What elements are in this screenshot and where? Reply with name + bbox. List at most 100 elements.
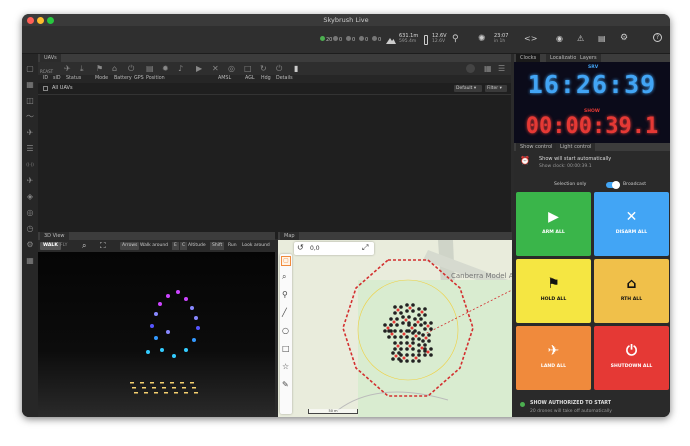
- walk-button[interactable]: WALK: [40, 242, 61, 250]
- frame-icon[interactable]: ⛶: [100, 241, 106, 251]
- star-tool-icon[interactable]: ☆: [282, 362, 289, 371]
- square-icon[interactable]: □: [244, 64, 252, 73]
- map-coordinate-box[interactable]: ↺ 0,0 ⤢: [294, 242, 374, 255]
- 3d-scene[interactable]: [38, 252, 275, 417]
- code-icon[interactable]: <>: [524, 34, 537, 43]
- list-view-icon[interactable]: ☰: [498, 64, 505, 73]
- drone-light: [160, 348, 164, 352]
- drone-light: [184, 297, 188, 301]
- column-header[interactable]: sID: [53, 76, 61, 81]
- status-counter: 0: [359, 36, 368, 43]
- line-tool-icon[interactable]: ╱: [282, 308, 287, 317]
- select-tool-icon[interactable]: ▢: [281, 256, 291, 266]
- delete-icon[interactable]: ▮: [294, 64, 298, 73]
- column-header[interactable]: Battery: [114, 76, 132, 81]
- filter-dropdown[interactable]: Filter ▾: [485, 85, 507, 92]
- plane-icon[interactable]: ✈: [25, 128, 35, 138]
- column-header[interactable]: Position: [146, 76, 165, 81]
- power-off-icon[interactable]: ⏻: [276, 64, 282, 74]
- square-tool-icon[interactable]: □: [282, 344, 290, 353]
- circle-tool-icon[interactable]: ○: [282, 326, 289, 335]
- shutdown-all-button[interactable]: ⏻ SHUTDOWN ALL: [594, 326, 669, 390]
- edit-tool-icon[interactable]: ✎: [282, 380, 289, 389]
- select-all-icon[interactable]: [466, 64, 475, 73]
- landing-pad-light: [132, 387, 136, 389]
- tab-uavs[interactable]: UAVs: [40, 54, 61, 62]
- column-header[interactable]: Mode: [95, 76, 108, 81]
- alert-icon[interactable]: ⚠: [577, 34, 584, 43]
- chart-icon[interactable]: 〜: [25, 112, 35, 122]
- landing-pad-light: [140, 382, 144, 384]
- search-icon[interactable]: ⌕: [82, 241, 86, 251]
- rotate-icon[interactable]: ↺: [297, 243, 304, 252]
- grid-view-icon[interactable]: ▦: [484, 64, 492, 73]
- list-icon[interactable]: ▤: [146, 64, 154, 73]
- all-uavs-row[interactable]: All UAVs Default ▾ Filter ▾: [38, 83, 511, 95]
- drone-icon[interactable]: ✈: [25, 176, 35, 186]
- fit-icon[interactable]: ⤢: [362, 243, 368, 253]
- tab-3d-view[interactable]: 3D View: [40, 232, 69, 240]
- fly-button[interactable]: FLY: [60, 242, 67, 250]
- app-window: Skybrush Live 20 0 0 0 0 631.1m 595.4m 12.6V…: [22, 14, 670, 417]
- column-header[interactable]: GPS: [134, 76, 144, 81]
- tab-clocks[interactable]: Clocks: [516, 54, 541, 62]
- broadcast-label: RCAST: [40, 69, 54, 74]
- target-icon[interactable]: ◎: [228, 64, 235, 73]
- sort-dropdown[interactable]: Default ▾: [454, 85, 482, 92]
- hold-all-button[interactable]: ⚑ HOLD ALL: [516, 259, 591, 323]
- column-header[interactable]: Hdg: [261, 76, 271, 81]
- tab-map[interactable]: Map: [280, 232, 299, 240]
- reload-icon[interactable]: ↻: [260, 64, 267, 73]
- button-label: SHUTDOWN ALL: [610, 364, 653, 369]
- grid-icon[interactable]: ▦: [25, 80, 35, 90]
- tab-light-control[interactable]: Light control: [556, 143, 596, 151]
- land-all-button[interactable]: ✈ LAND ALL: [516, 326, 591, 390]
- column-header[interactable]: ID: [43, 76, 48, 81]
- zoom-tool-icon[interactable]: ⌕: [282, 272, 286, 282]
- land-icon[interactable]: ⤓: [80, 64, 84, 74]
- play-icon[interactable]: ▶: [196, 64, 202, 73]
- list-icon[interactable]: ☰: [25, 144, 35, 154]
- cube-icon[interactable]: ◈: [25, 192, 35, 202]
- clipboard-icon[interactable]: ▤: [598, 34, 606, 43]
- map-canvas[interactable]: Canberra Model Aircraft Club CMAC ▢ ⌕ ⚲ …: [278, 240, 512, 417]
- clock-icon[interactable]: ◷: [25, 224, 35, 234]
- flag-icon[interactable]: ⚑: [96, 64, 103, 73]
- disarm-all-button[interactable]: ✕ DISARM ALL: [594, 192, 669, 256]
- sun-icon[interactable]: ✹: [162, 64, 169, 73]
- wifi-icon[interactable]: ◉: [556, 34, 563, 43]
- key-c: C: [180, 242, 188, 250]
- column-header[interactable]: AGL: [245, 76, 255, 81]
- broadcast-toggle-label: Broadcast: [623, 182, 647, 187]
- pin-tool-icon[interactable]: ⚲: [282, 290, 288, 299]
- column-header[interactable]: AMSL: [218, 76, 231, 81]
- target-icon[interactable]: ◎: [25, 208, 35, 218]
- sound-icon[interactable]: ♪: [178, 64, 183, 73]
- help-icon[interactable]: ?: [653, 33, 662, 42]
- landing-pad-light: [154, 392, 158, 394]
- footer-title: SHOW AUTHORIZED TO START: [530, 401, 612, 406]
- all-uavs-checkbox[interactable]: [43, 86, 48, 91]
- stop-icon[interactable]: ✕: [212, 64, 219, 73]
- status-counter: 0: [346, 36, 355, 43]
- counter-value: 0: [378, 37, 382, 43]
- apps-icon[interactable]: ▦: [25, 256, 35, 266]
- takeoff-icon[interactable]: ✈: [64, 64, 71, 73]
- power-icon[interactable]: ⏻: [128, 64, 134, 74]
- 3d-view-tabbar: 3D View: [38, 232, 275, 240]
- drone-light: [158, 302, 162, 306]
- layers-icon[interactable]: ◫: [25, 96, 35, 106]
- broadcast-toggle[interactable]: [606, 181, 620, 189]
- rth-all-button[interactable]: ⌂ RTH ALL: [594, 259, 669, 323]
- arm-all-button[interactable]: ▶ ARM ALL: [516, 192, 591, 256]
- gear-icon[interactable]: ⚙: [620, 33, 628, 43]
- column-header[interactable]: Details: [276, 76, 293, 81]
- home-icon[interactable]: ⌂: [112, 64, 117, 73]
- weather-icon: ✺: [478, 34, 486, 44]
- tab-show-control[interactable]: Show control: [516, 143, 557, 151]
- column-header[interactable]: Status: [66, 76, 81, 81]
- tab-layers[interactable]: Layers: [576, 54, 601, 62]
- antenna-icon[interactable]: ((·)): [25, 160, 35, 170]
- settings-icon[interactable]: ⚙: [25, 240, 35, 250]
- map-icon[interactable]: ▢: [25, 64, 35, 74]
